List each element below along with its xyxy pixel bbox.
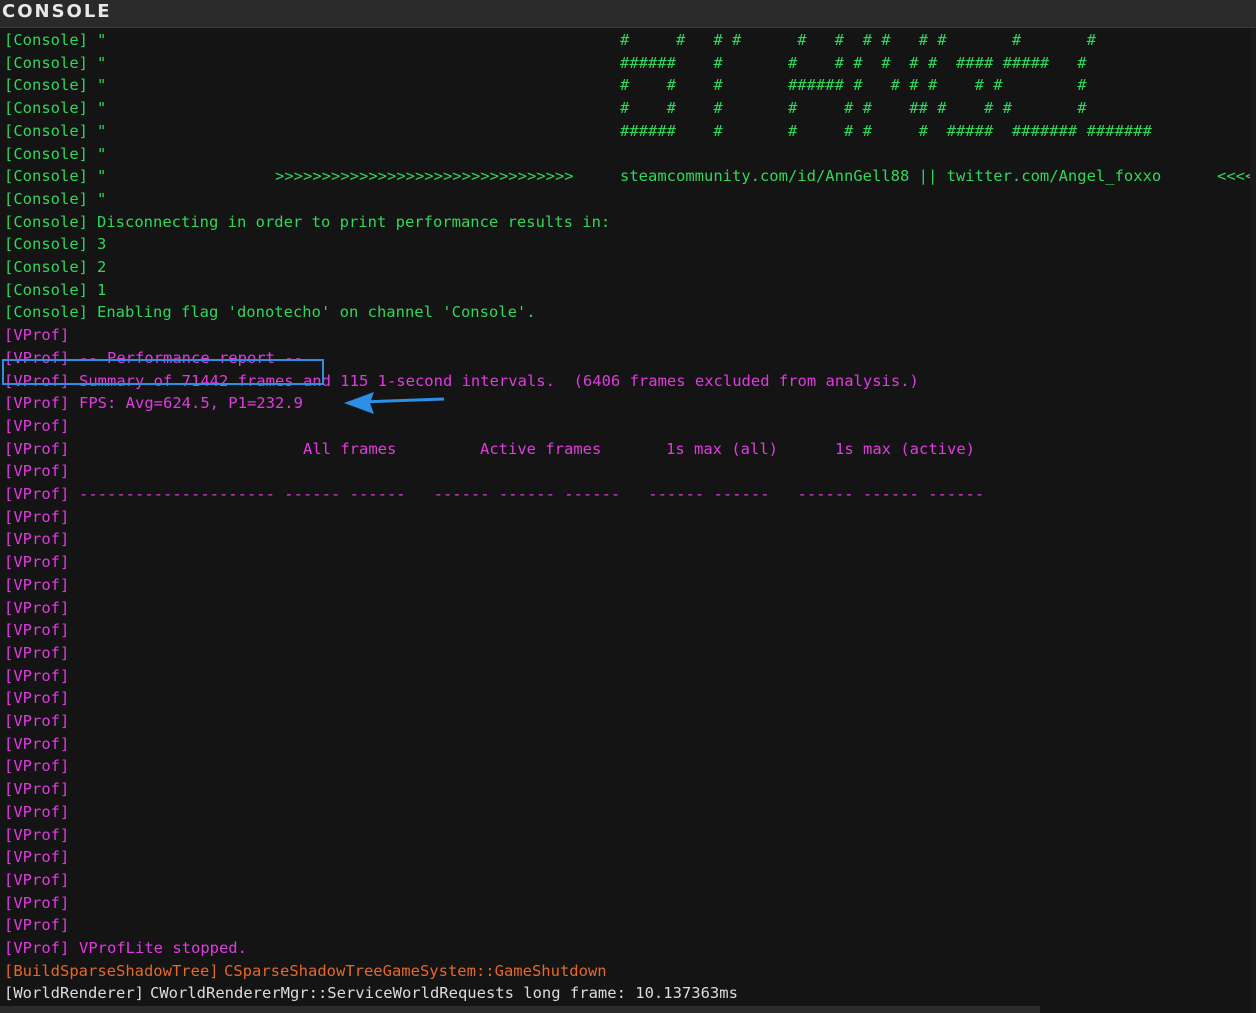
console-tag: [Console] [4, 76, 88, 95]
console-title-bar: CONSOLE [0, 0, 1256, 28]
ascii-art-row: ###### # # # # # # # #### ##### # [620, 53, 1087, 72]
vprof-tag: [VProf] [4, 893, 70, 912]
console-tag: [Console] [4, 189, 88, 208]
fps-highlight-box [2, 359, 324, 385]
console-tag: [Console] [4, 53, 88, 72]
window-title: CONSOLE [2, 1, 112, 22]
console-text: " [97, 76, 107, 95]
vprof-tag: [VProf] [4, 598, 70, 617]
world-renderer-text: CWorldRendererMgr::ServiceWorldRequests … [150, 984, 738, 1003]
console-tag: [Console] [4, 280, 88, 299]
vprof-text: FPS: Avg=624.5, P1=232.9 [79, 394, 303, 413]
console-text: Enabling flag 'donotecho' on channel 'Co… [97, 303, 536, 322]
console-tag: [Console] [4, 31, 88, 49]
console-text: " [97, 99, 107, 118]
vprof-tag: [VProf] [4, 939, 70, 957]
vprof-tag: [VProf] [4, 689, 70, 708]
vprof-tag: [VProf] [4, 802, 70, 821]
console-input-strip[interactable] [0, 1006, 1040, 1013]
vprof-tag: [VProf] [4, 416, 70, 435]
console-tag: [Console] [4, 303, 88, 322]
vprof-tag: [VProf] [4, 825, 70, 844]
table-separator: --------------------- ------ ------ ----… [79, 485, 985, 503]
vprof-tag: [VProf] [4, 394, 70, 413]
console-tag: [Console] [4, 212, 88, 231]
console-text: 1 [97, 280, 107, 299]
vprof-tag: [VProf] [4, 712, 70, 730]
console-tag: [Console] [4, 99, 88, 118]
table-group-label: 1s max (all) [666, 439, 778, 458]
vprof-tag: [VProf] [4, 734, 70, 753]
vprof-tag: [VProf] [4, 462, 70, 481]
vprof-tag: [VProf] [4, 326, 70, 345]
vprof-tag: [VProf] [4, 757, 70, 776]
vprof-tag: [VProf] [4, 666, 70, 685]
console-tag: [Console] [4, 167, 88, 186]
console-tag: [Console] [4, 258, 88, 276]
vprof-tag: [VProf] [4, 870, 70, 889]
vprof-tag: [VProf] [4, 848, 70, 867]
vprof-tag: [VProf] [4, 507, 70, 526]
vprof-tag: [VProf] [4, 916, 70, 935]
console-tag: [Console] [4, 121, 88, 140]
banner-arrows-left: >>>>>>>>>>>>>>>>>>>>>>>>>>>>>>>> [275, 167, 574, 186]
console-scrollbar[interactable] [1250, 28, 1256, 1013]
table-group-label: 1s max (active) [835, 439, 975, 458]
console-text: Disconnecting in order to print performa… [97, 212, 611, 231]
console-text: " [97, 121, 107, 140]
vprof-tag: [VProf] [4, 485, 70, 503]
console-tag: [Console] [4, 144, 88, 163]
vprof-tag: [VProf] [4, 530, 70, 549]
console-text: " [97, 144, 107, 163]
console-text: " [97, 31, 107, 49]
ascii-art-row: # # # # # # # # # # # # [620, 31, 1096, 49]
console-text: 2 [97, 258, 107, 276]
ascii-art-row: # # # # # # ## # # # # [620, 99, 1087, 118]
console-text: 3 [97, 235, 107, 254]
ascii-art-row: # # # ###### # # # # # # # [620, 76, 1087, 95]
shadow-tree-text: CSparseShadowTreeGameSystem::GameShutdow… [224, 961, 607, 980]
table-group-label: All frames [303, 439, 397, 458]
banner-links: steamcommunity.com/id/AnnGell88 || twitt… [620, 167, 1162, 186]
vprof-tag: [VProf] [4, 553, 70, 572]
vprof-tag: [VProf] [4, 621, 70, 640]
ascii-art-row: ###### # # # # # ##### ####### ####### [620, 121, 1152, 140]
vprof-tag: [VProf] [4, 439, 70, 458]
console-text: " [97, 53, 107, 72]
table-group-label: Active frames [480, 439, 602, 458]
banner-arrows-right: <<<< [1217, 167, 1255, 186]
vprof-text: VProfLite stopped. [79, 939, 247, 957]
console-output[interactable]: [Console] " # # # # # # # # # # # # [Consol… [0, 28, 1256, 1013]
arrow-left-icon [344, 392, 445, 414]
console-text: " [97, 189, 107, 208]
console-text: " [97, 167, 107, 186]
vprof-tag: [VProf] [4, 780, 70, 799]
shadow-tree-tag: [BuildSparseShadowTree] [4, 961, 219, 980]
vprof-tag: [VProf] [4, 643, 70, 662]
world-renderer-tag: [WorldRenderer] [4, 984, 144, 1003]
vprof-tag: [VProf] [4, 575, 70, 594]
console-tag: [Console] [4, 235, 88, 254]
